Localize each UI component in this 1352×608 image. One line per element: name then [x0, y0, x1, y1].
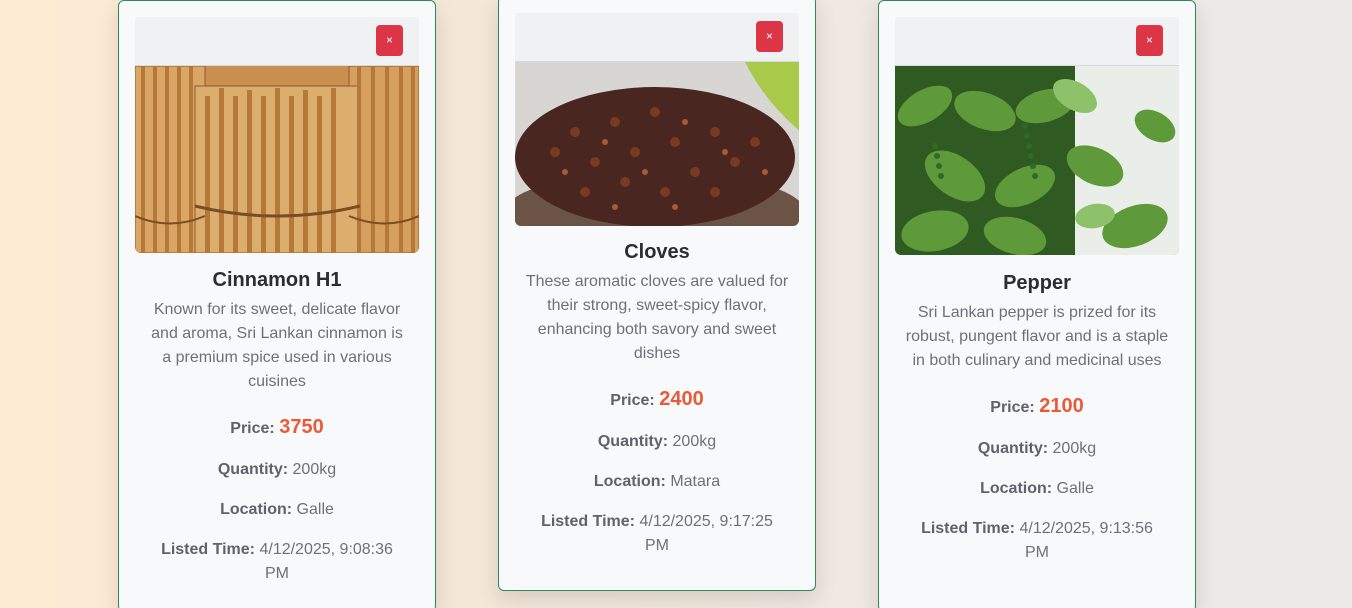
- product-card-cloves: × Cloves These aromatic cloves are value…: [498, 0, 816, 591]
- price-row: Price: 2400: [515, 387, 799, 413]
- listed-time-label: Listed Time:: [161, 541, 256, 558]
- product-title: Cloves: [624, 241, 690, 263]
- quantity-value: 200kg: [672, 433, 717, 450]
- price-label: Price:: [990, 399, 1035, 416]
- product-title: Cinnamon H1: [212, 269, 342, 291]
- product-card-pepper: × Pepper Sri Lankan pepper is prized for…: [878, 0, 1196, 608]
- listed-time-label: Listed Time:: [541, 513, 636, 530]
- delete-button[interactable]: ×: [756, 21, 783, 52]
- product-title: Pepper: [1003, 272, 1071, 294]
- card-header: ×: [895, 17, 1179, 66]
- product-description: These aromatic cloves are valued for the…: [525, 273, 789, 362]
- quantity-label: Quantity:: [597, 433, 669, 450]
- listed-time-value: 4/12/2025, 9:17:25 PM: [639, 513, 773, 554]
- quantity-row: Quantity: 200kg: [895, 437, 1179, 461]
- location-value: Matara: [670, 473, 721, 490]
- location-value: Galle: [296, 501, 334, 518]
- quantity-row: Quantity: 200kg: [515, 430, 799, 454]
- location-value: Galle: [1056, 480, 1094, 497]
- quantity-label: Quantity:: [977, 440, 1049, 457]
- product-card-cinnamon: × Cinnamon H1 Known for its sweet, delic…: [118, 0, 436, 608]
- price-value: 2100: [1039, 395, 1084, 417]
- delete-button[interactable]: ×: [376, 25, 403, 56]
- product-description: Sri Lankan pepper is prized for its robu…: [905, 304, 1169, 369]
- quantity-value: 200kg: [292, 461, 337, 478]
- price-value: 3750: [279, 416, 324, 438]
- price-value: 2400: [659, 388, 704, 410]
- listed-time-label: Listed Time:: [921, 520, 1016, 537]
- card-header: ×: [135, 17, 419, 66]
- price-label: Price:: [610, 392, 655, 409]
- pepper-image: [895, 66, 1179, 255]
- location-label: Location:: [980, 480, 1053, 497]
- delete-button[interactable]: ×: [1136, 25, 1163, 56]
- listed-time-value: 4/12/2025, 9:13:56 PM: [1019, 520, 1153, 561]
- price-row: Price: 2100: [895, 394, 1179, 420]
- card-header: ×: [515, 13, 799, 62]
- location-row: Location: Galle: [895, 477, 1179, 501]
- location-label: Location:: [220, 501, 293, 518]
- price-row: Price: 3750: [135, 415, 419, 441]
- price-label: Price:: [230, 420, 275, 437]
- listed-time-value: 4/12/2025, 9:08:36 PM: [259, 541, 393, 582]
- cinnamon-image: [135, 66, 419, 253]
- listed-time-row: Listed Time: 4/12/2025, 9:08:36 PM: [157, 538, 397, 586]
- listed-time-row: Listed Time: 4/12/2025, 9:13:56 PM: [917, 517, 1157, 565]
- location-row: Location: Matara: [515, 470, 799, 494]
- quantity-row: Quantity: 200kg: [135, 458, 419, 482]
- cloves-image: [515, 62, 799, 226]
- product-description: Known for its sweet, delicate flavor and…: [151, 301, 403, 390]
- location-label: Location:: [593, 473, 666, 490]
- listed-time-row: Listed Time: 4/12/2025, 9:17:25 PM: [537, 510, 777, 558]
- location-row: Location: Galle: [135, 498, 419, 522]
- quantity-label: Quantity:: [217, 461, 289, 478]
- quantity-value: 200kg: [1052, 440, 1097, 457]
